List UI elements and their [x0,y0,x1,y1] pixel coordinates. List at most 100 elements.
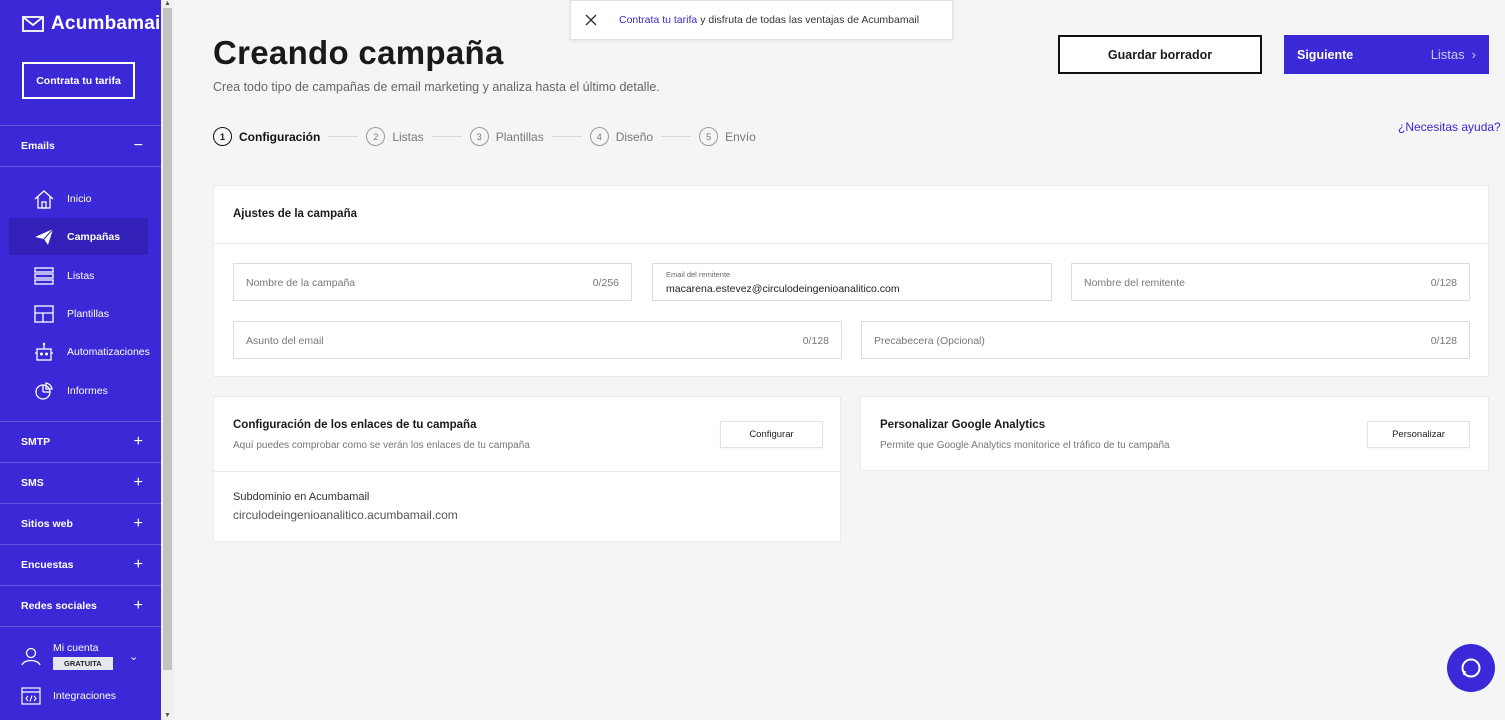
sidebar-section-emails[interactable]: Emails − [0,126,161,166]
step-label: Diseño [615,129,654,144]
field-label: Email del remitente [666,270,731,279]
email-subject-field[interactable]: Asunto del email 0/128 [233,321,842,359]
scrollbar-thumb[interactable] [163,8,172,670]
sender-email-field[interactable]: Email del remitente macarena.estevez@cir… [652,263,1052,301]
field-placeholder: Nombre del remitente [1084,277,1185,289]
card-subtitle: Aquí puedes comprobar como se verán los … [233,440,530,451]
sidebar-section-encuestas[interactable]: Encuestas + [0,545,161,585]
sidebar-divider [0,166,161,167]
contract-plan-link[interactable]: Contrata tu tarifa [619,14,697,26]
help-link[interactable]: ¿Necesitas ayuda? [1398,120,1501,134]
code-icon [21,687,41,705]
contract-plan-button[interactable]: Contrata tu tarifa [22,62,135,99]
sidebar-item-inicio[interactable]: Inicio [9,180,148,217]
sidebar-item-label: Automatizaciones [67,345,150,358]
customize-button[interactable]: Personalizar [1367,421,1470,448]
step-label: Listas [392,129,424,144]
sidebar-item-listas[interactable]: Listas [9,257,148,294]
section-label: SMS [21,477,44,489]
brand-logo[interactable]: Acumbamail [22,13,166,35]
step-envio[interactable]: 5 Envío [699,127,756,146]
campaign-settings-card: Ajustes de la campaña Nombre de la campa… [213,185,1489,377]
chat-bubble-icon [1461,658,1481,678]
field-placeholder: Precabecera (Opcional) [874,335,985,347]
card-subtitle: Permite que Google Analytics monitorice … [880,440,1170,451]
campaign-name-field[interactable]: Nombre de la campaña 0/256 [233,263,632,301]
next-step-label: Listas › [1430,47,1476,62]
step-diseno[interactable]: 4 Diseño [589,127,654,146]
sidebar-item-label: Inicio [67,192,92,205]
user-icon [21,647,41,666]
section-label: Sitios web [21,518,73,530]
envelope-icon [22,16,44,32]
card-divider [214,471,840,472]
sidebar-item-label: Campañas [67,230,121,243]
step-connector [551,136,582,137]
step-number: 4 [589,127,609,146]
step-plantillas[interactable]: 3 Plantillas [469,127,544,146]
step-configuracion[interactable]: 1 Configuración [213,127,320,146]
next-button[interactable]: Siguiente Listas › [1284,35,1489,74]
list-icon [34,266,54,285]
integrations-link[interactable]: Integraciones [21,687,116,705]
chevron-down-icon[interactable]: ⌄ [129,650,138,663]
step-connector [328,136,359,137]
save-draft-button[interactable]: Guardar borrador [1058,35,1262,74]
expand-icon[interactable]: + [134,434,143,450]
sidebar-section-smtp[interactable]: SMTP + [0,422,161,462]
char-counter: 0/128 [1430,335,1457,347]
plan-badge: GRATUITA [53,657,113,670]
step-number: 1 [213,127,232,146]
close-icon[interactable] [571,14,611,26]
expand-icon[interactable]: + [134,516,143,532]
scroll-down-icon[interactable]: ▼ [164,712,171,719]
template-icon [34,304,54,323]
sidebar-item-label: Informes [67,384,108,397]
field-value: macarena.estevez@circulodeingenioanaliti… [666,283,900,295]
char-counter: 0/256 [592,277,619,289]
sidebar: Acumbamail Contrata tu tarifa Emails − I… [0,0,166,720]
section-label: Encuestas [21,559,74,571]
card-divider [214,243,1488,244]
sidebar-scrollbar[interactable]: ▲ ▼ [161,0,174,720]
configure-button[interactable]: Configurar [720,421,823,448]
sidebar-item-campanas[interactable]: Campañas [9,218,148,255]
sidebar-section-redes-sociales[interactable]: Redes sociales + [0,586,161,626]
chevron-right-icon: › [1471,47,1476,62]
expand-icon[interactable]: + [134,475,143,491]
home-icon [34,189,54,209]
collapse-icon[interactable]: − [134,138,143,154]
section-label: SMTP [21,436,51,448]
step-label: Envío [725,129,756,144]
field-placeholder: Asunto del email [246,335,324,347]
paper-plane-icon [35,228,54,245]
scroll-up-icon[interactable]: ▲ [164,0,171,7]
upgrade-notification: Contrata tu tarifa y disfruta de todas l… [570,0,953,40]
account-menu[interactable]: Mi cuenta GRATUITA ⌄ [21,642,151,670]
sender-name-field[interactable]: Nombre del remitente 0/128 [1071,263,1470,301]
sidebar-section-sms[interactable]: SMS + [0,463,161,503]
char-counter: 0/128 [1430,277,1457,289]
preheader-field[interactable]: Precabecera (Opcional) 0/128 [861,321,1470,359]
sidebar-divider [0,626,161,627]
char-counter: 0/128 [802,335,829,347]
sidebar-item-automatizaciones[interactable]: Automatizaciones [9,333,150,370]
step-connector [661,136,692,137]
wizard-steps: 1 Configuración 2 Listas 3 Plantillas 4 … [213,127,756,146]
expand-icon[interactable]: + [134,557,143,573]
step-number: 5 [699,127,719,146]
sidebar-section-sitios-web[interactable]: Sitios web + [0,504,161,544]
step-listas[interactable]: 2 Listas [366,127,424,146]
sidebar-item-plantillas[interactable]: Plantillas [9,295,148,332]
expand-icon[interactable]: + [134,598,143,614]
subdomain-value: circulodeingenioanalitico.acumbamail.com [233,508,458,522]
subdomain-label: Subdominio en Acumbamail [233,491,370,503]
step-label: Configuración [239,129,321,144]
sidebar-item-informes[interactable]: Informes [9,372,148,409]
support-chat-button[interactable] [1447,644,1495,692]
robot-icon [35,342,53,361]
sidebar-item-label: Plantillas [67,307,110,320]
notification-text: y disfruta de todas las ventajas de Acum… [700,14,920,26]
page-title: Creando campaña [213,34,504,71]
google-analytics-card: Personalizar Google Analytics Permite qu… [860,396,1489,471]
